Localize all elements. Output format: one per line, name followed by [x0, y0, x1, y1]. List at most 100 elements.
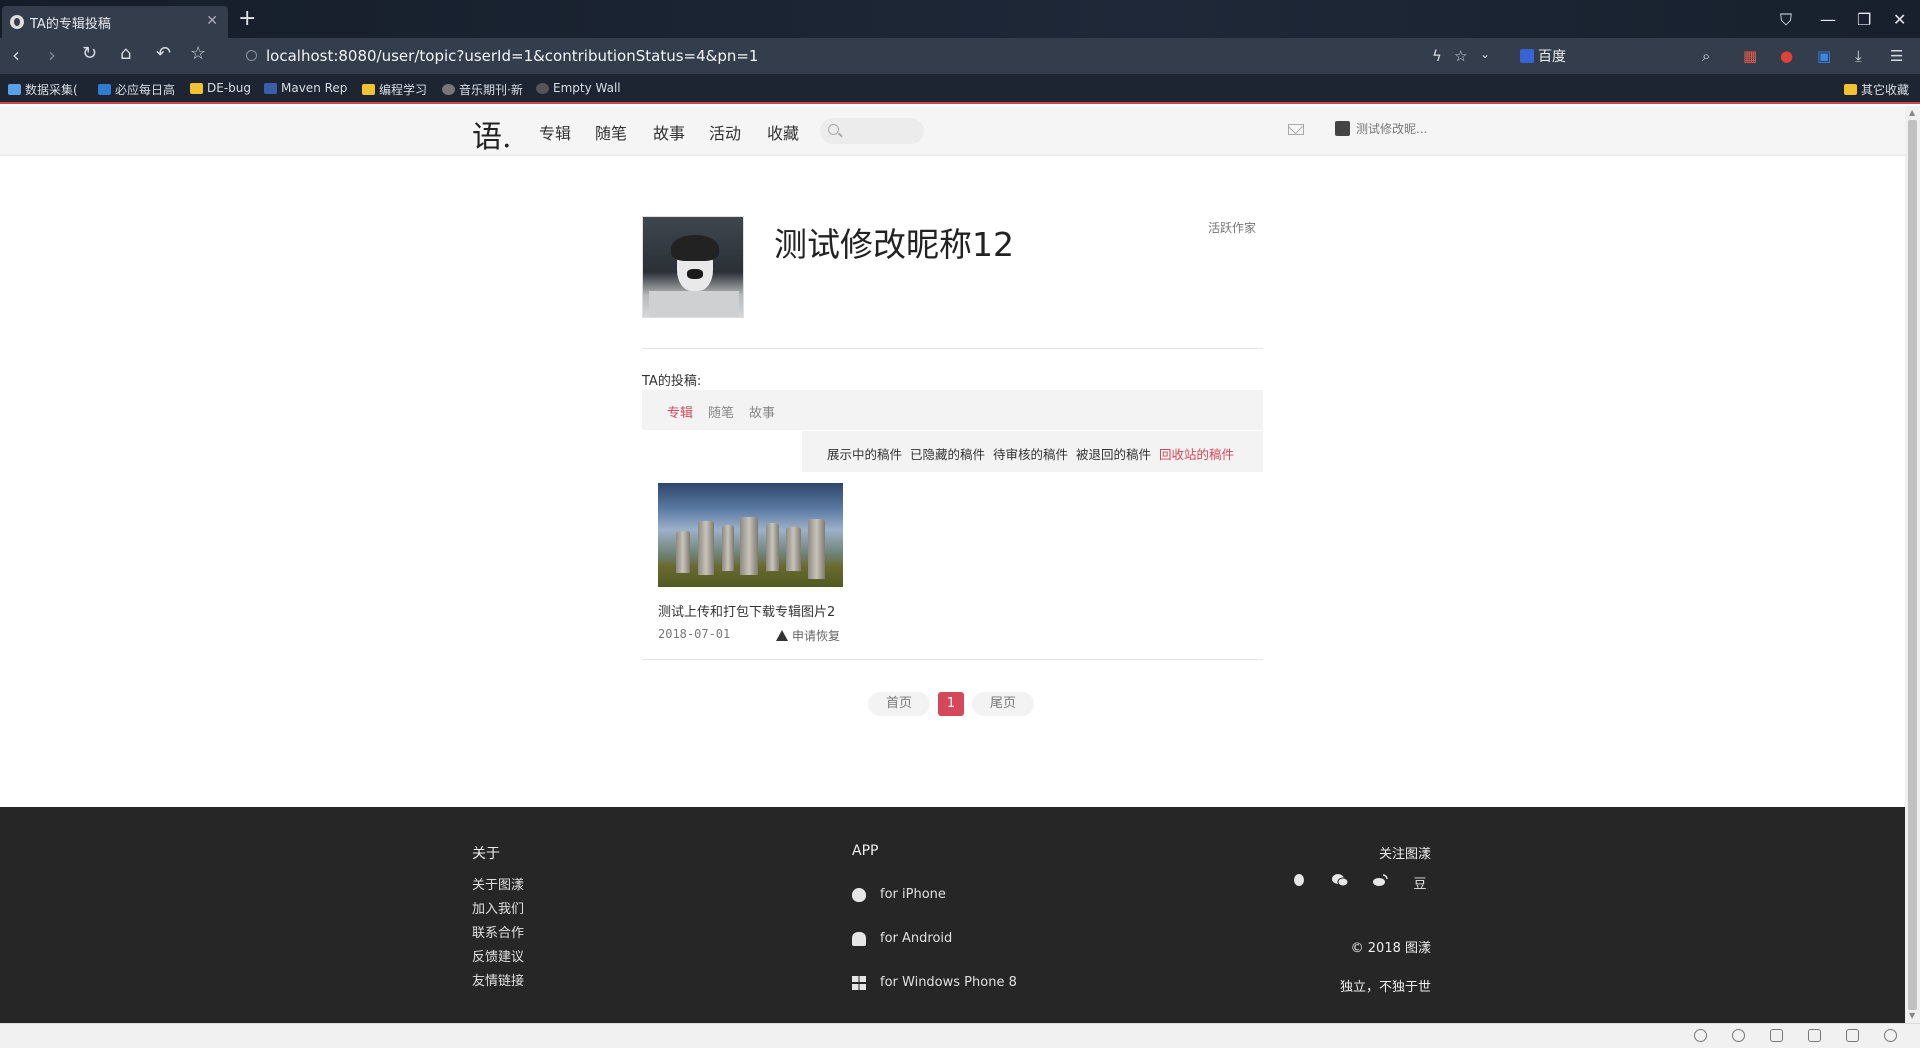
menu-icon[interactable]: ☰	[1890, 47, 1903, 65]
scroll-up-icon[interactable]: ▲	[1909, 108, 1915, 117]
close-window-icon[interactable]: ✕	[1893, 10, 1906, 29]
zoom-icon[interactable]	[1884, 1029, 1897, 1042]
bookmark-folder-other[interactable]: 其它收藏	[1844, 81, 1909, 98]
baidu-icon	[1520, 49, 1534, 63]
scroll-down-icon[interactable]: ▼	[1909, 1011, 1915, 1020]
bookmarks-bar: 数据采集( 必应每日高 DE-bug Maven Rep 编程学习 音乐期刊·新…	[0, 74, 1920, 104]
current-page[interactable]: 1	[938, 692, 964, 716]
active-writer-badge: 活跃作家	[1208, 221, 1257, 235]
album-title[interactable]: 测试上传和打包下载专辑图片2	[658, 601, 835, 620]
home-icon[interactable]: ⌂	[120, 43, 131, 64]
douban-icon[interactable]: 豆	[1412, 873, 1428, 892]
divider	[642, 659, 1263, 660]
window-icon[interactable]	[1846, 1029, 1859, 1042]
scrollbar-thumb[interactable]	[1908, 120, 1917, 1010]
footer-link[interactable]: 联系合作	[472, 922, 524, 941]
avatar-laptop-image	[649, 291, 739, 317]
footer-follow-title: 关注图漾	[1378, 847, 1431, 862]
dropdown-icon[interactable]: ⌄	[1480, 47, 1490, 61]
footer-link[interactable]: 反馈建议	[472, 946, 524, 965]
album-cover-image[interactable]	[658, 483, 843, 587]
tab-title: TA的专辑投稿	[30, 16, 111, 32]
translate-icon[interactable]: ▣	[1817, 47, 1831, 65]
restore-icon[interactable]: ❐	[1857, 10, 1871, 29]
album-date: 2018-07-01	[658, 627, 731, 641]
tab-essays[interactable]: 随笔	[708, 402, 734, 421]
forward-icon[interactable]: ›	[48, 43, 56, 67]
site-logo[interactable]: 语.	[472, 112, 512, 156]
search-icon[interactable]: ⌕	[1702, 47, 1710, 65]
undo-close-icon[interactable]: ↶	[156, 43, 171, 64]
rocket-icon[interactable]	[1694, 1029, 1707, 1042]
bookmark-item[interactable]: 数据采集(	[8, 81, 78, 98]
bookmark-item[interactable]: 必应每日高	[98, 81, 175, 98]
request-restore-label: 申请恢复	[792, 629, 841, 643]
contributions-title: TA的投稿:	[642, 374, 702, 389]
download-icon[interactable]: ⤓	[1855, 47, 1862, 65]
mail-icon[interactable]	[1288, 124, 1304, 135]
trash-icon[interactable]	[1770, 1029, 1783, 1042]
search-engine-selector[interactable]: 百度	[1520, 46, 1566, 66]
bing-icon	[98, 84, 111, 95]
contribution-type-tabs: 专辑 随笔 故事	[642, 390, 1263, 430]
weibo-icon[interactable]	[1372, 873, 1388, 887]
back-icon[interactable]: ‹	[12, 43, 20, 67]
bookmark-folder[interactable]: DE-bug	[190, 81, 251, 95]
bookmark-item[interactable]: 音乐期刊·新	[442, 81, 523, 98]
extension-icon[interactable]: ●	[1780, 47, 1793, 65]
folder-icon	[190, 82, 203, 94]
nav-favorites[interactable]: 收藏	[767, 120, 799, 144]
apps-icon[interactable]: ▦	[1743, 47, 1757, 65]
status-rejected[interactable]: 被退回的稿件	[1076, 444, 1151, 463]
status-pending[interactable]: 待审核的稿件	[993, 444, 1068, 463]
nav-albums[interactable]: 专辑	[539, 120, 571, 144]
github-icon	[536, 82, 549, 94]
bookmark-item[interactable]: Maven Rep	[264, 81, 347, 95]
site-favicon-icon	[10, 15, 24, 29]
status-recycle-bin[interactable]: 回收站的稿件	[1159, 444, 1234, 463]
wechat-icon[interactable]	[1332, 873, 1349, 887]
browser-tab[interactable]: TA的专辑投稿 ✕	[2, 6, 228, 38]
bookmark-item[interactable]: Empty Wall	[536, 81, 621, 95]
bookmark-folder[interactable]: 编程学习	[362, 81, 427, 98]
nav-essays[interactable]: 随笔	[595, 120, 627, 144]
reload-icon[interactable]: ↻	[82, 43, 97, 64]
pagination: 首页 1 尾页	[0, 692, 1905, 716]
site-search-input[interactable]	[820, 118, 924, 144]
minimize-icon[interactable]: —	[1820, 10, 1836, 29]
speed-icon[interactable]	[1732, 1029, 1745, 1042]
footer-link[interactable]: 关于图漾	[472, 874, 524, 893]
windows-icon	[852, 975, 866, 990]
skin-icon[interactable]: ⛉	[1780, 10, 1792, 30]
new-tab-icon[interactable]: +	[238, 8, 256, 30]
nav-stories[interactable]: 故事	[653, 120, 685, 144]
bookmark-star-icon[interactable]: ☆	[190, 43, 206, 64]
app-android-link[interactable]: for Android	[852, 931, 952, 946]
last-page-button[interactable]: 尾页	[972, 692, 1034, 716]
status-showing[interactable]: 展示中的稿件	[827, 444, 902, 463]
tab-stories[interactable]: 故事	[749, 402, 775, 421]
tab-albums[interactable]: 专辑	[667, 402, 693, 421]
page-scrollbar[interactable]: ▲ ▼	[1905, 106, 1920, 1023]
app-iphone-link[interactable]: for iPhone	[852, 887, 946, 902]
profile-nickname: 测试修改昵称12	[774, 225, 1014, 264]
footer-slogan: 独立，不独于世	[1339, 980, 1431, 995]
divider	[642, 348, 1263, 349]
status-hidden[interactable]: 已隐藏的稿件	[910, 444, 985, 463]
favorite-icon[interactable]: ☆	[1454, 47, 1467, 65]
tab-close-icon[interactable]: ✕	[206, 13, 218, 29]
url-input[interactable]: localhost:8080/user/topic?userId=1&contr…	[266, 47, 758, 65]
footer-link[interactable]: 加入我们	[472, 898, 524, 917]
qq-icon[interactable]	[1291, 873, 1307, 887]
user-menu[interactable]: 测试修改昵...	[1335, 120, 1427, 137]
site-info-icon[interactable]	[246, 50, 257, 61]
profile-avatar	[642, 216, 744, 318]
request-restore-button[interactable]: 申请恢复	[776, 627, 840, 644]
app-windows-link[interactable]: for Windows Phone 8	[852, 975, 1017, 990]
nav-events[interactable]: 活动	[709, 120, 741, 144]
android-icon	[852, 931, 866, 946]
first-page-button[interactable]: 首页	[868, 692, 930, 716]
lightning-icon[interactable]: ϟ	[1432, 47, 1442, 65]
sound-icon[interactable]	[1808, 1029, 1821, 1042]
footer-link[interactable]: 友情链接	[472, 970, 524, 989]
